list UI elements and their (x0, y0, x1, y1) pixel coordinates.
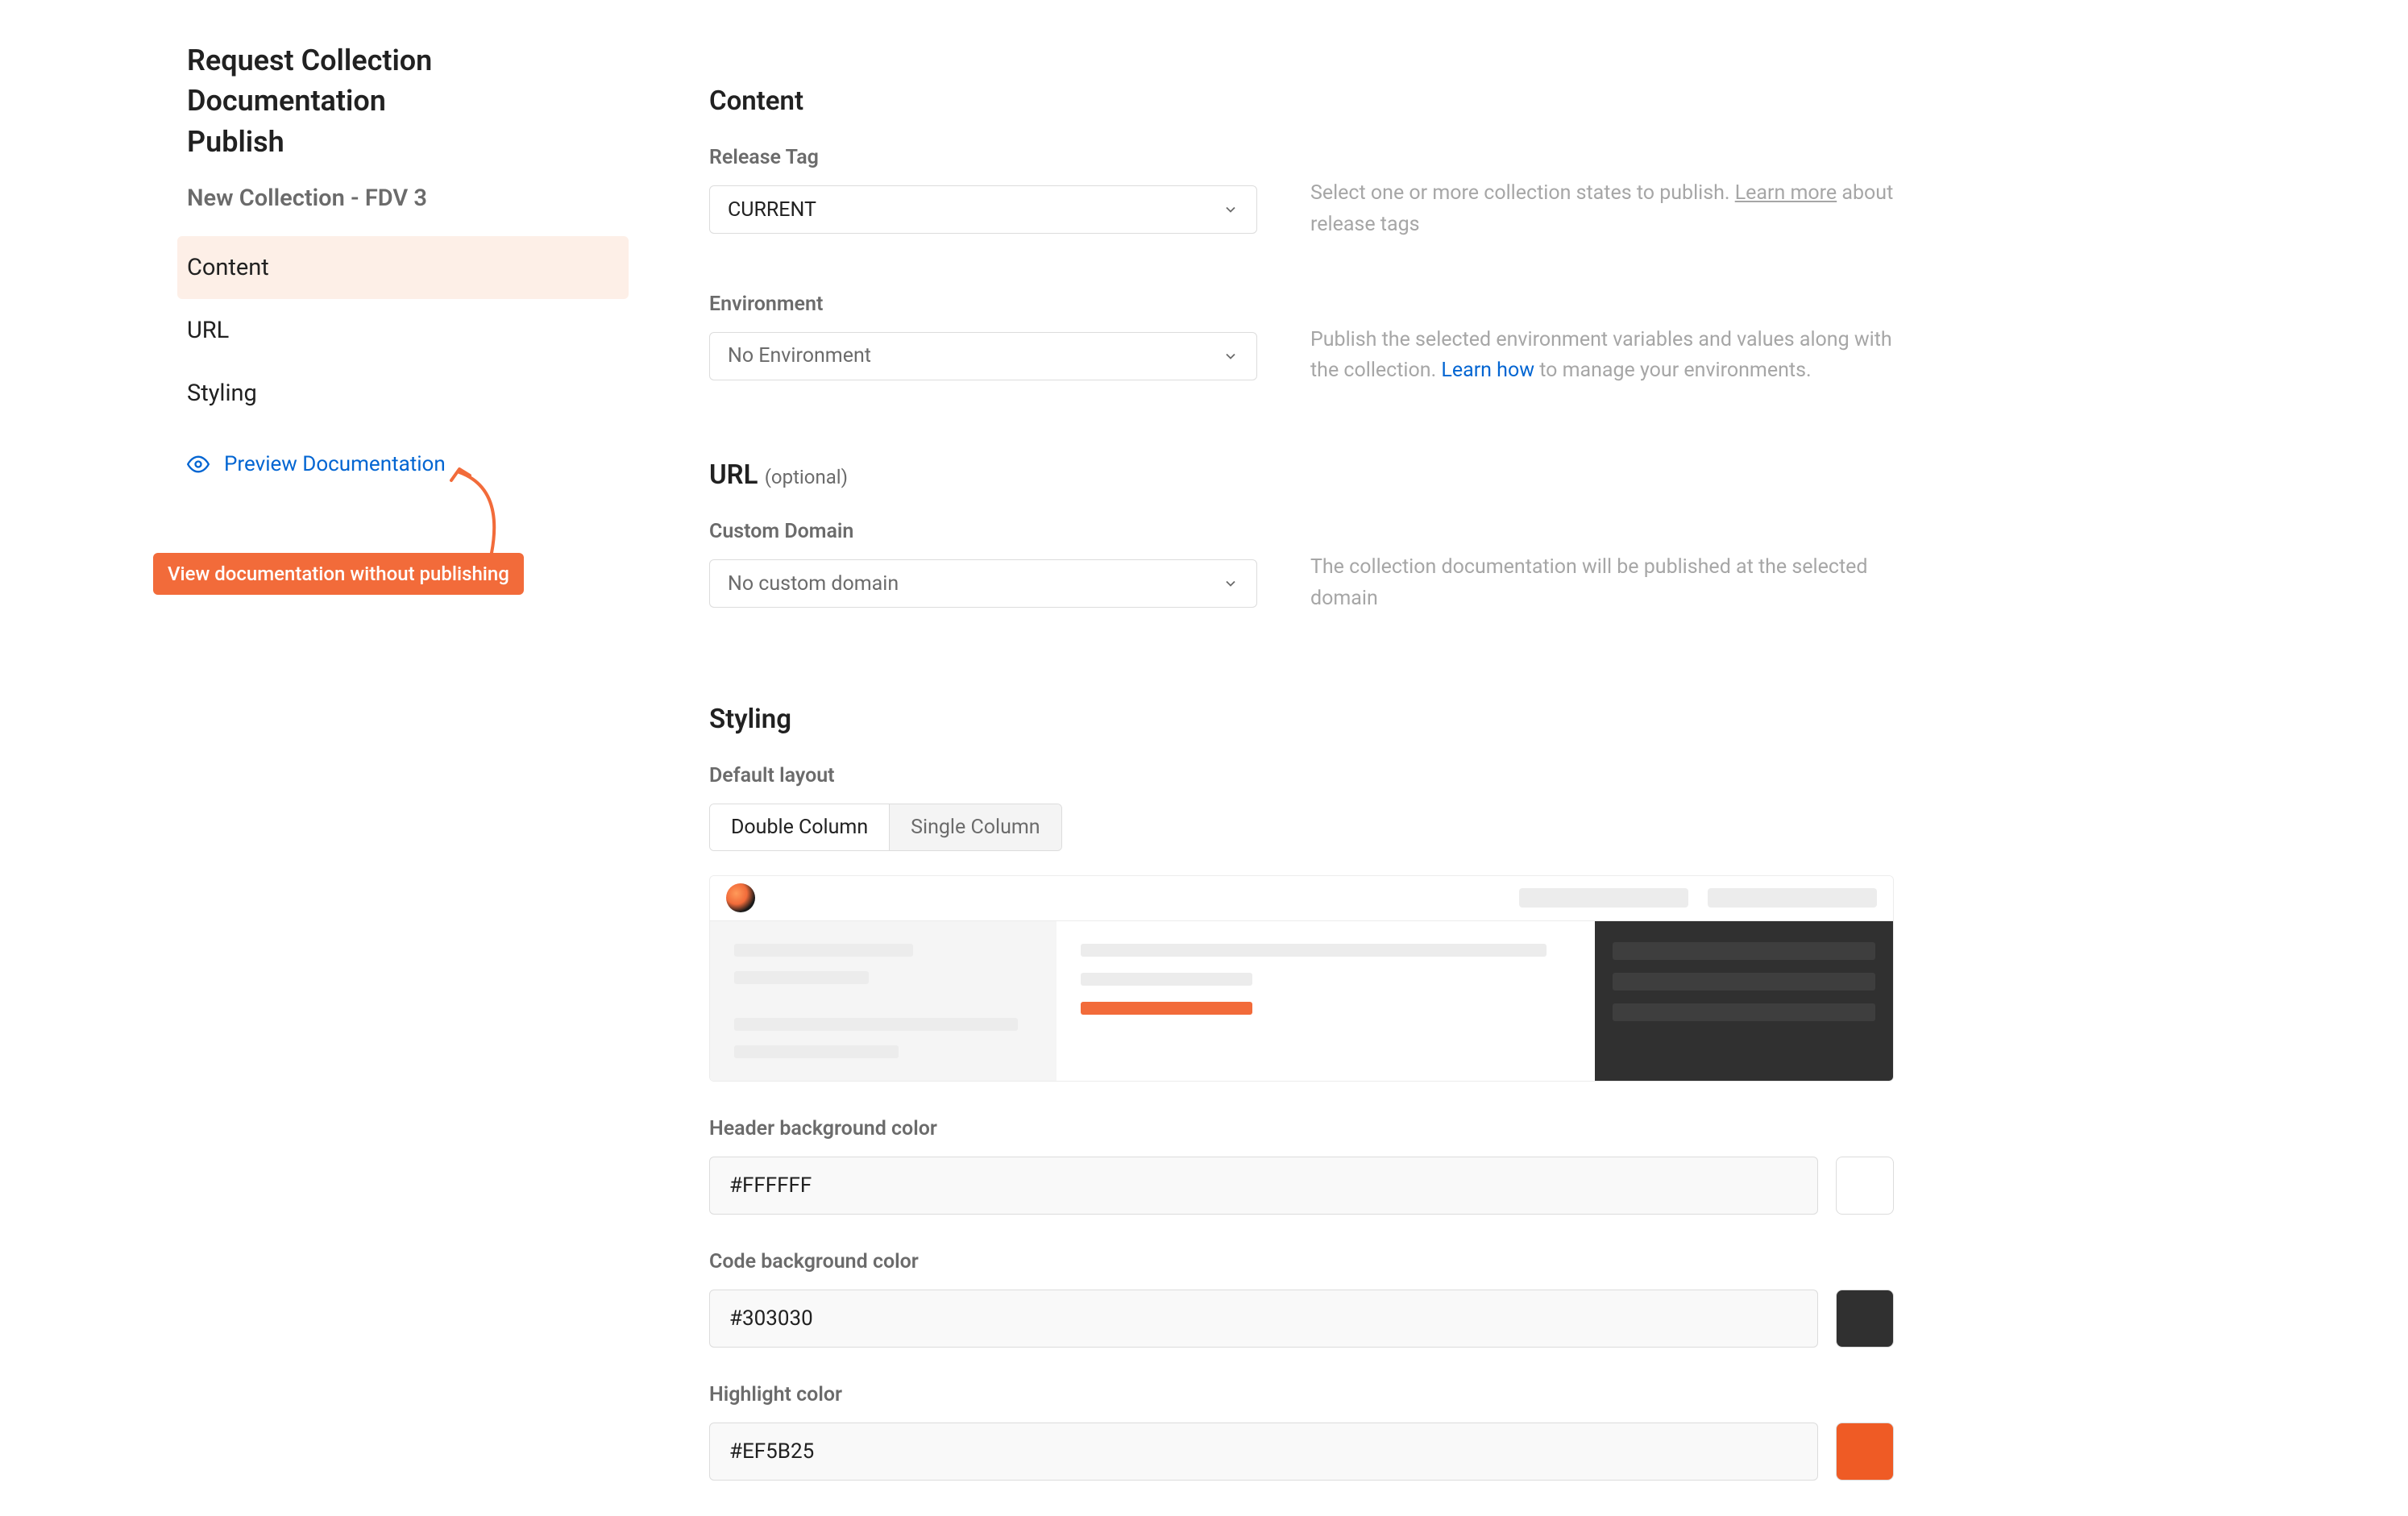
preview-code-bar (1613, 942, 1875, 960)
styling-section: Styling Default layout Double Column Sin… (709, 704, 1894, 1481)
callout-annotation: View documentation without publishing (177, 488, 629, 595)
content-heading: Content (709, 85, 1894, 117)
sidebar: Request Collection Documentation Publish… (177, 40, 629, 1516)
header-bg-label: Header background color (709, 1117, 1894, 1140)
learn-how-link[interactable]: Learn how (1441, 359, 1534, 382)
preview-logo-icon (726, 883, 755, 912)
preview-code-bar (1613, 973, 1875, 991)
custom-domain-help: The collection documentation will be pub… (1310, 520, 1894, 615)
preview-placeholder-bar (734, 944, 913, 957)
preview-placeholder-bar (734, 1045, 899, 1058)
tab-double-column[interactable]: Double Column (710, 804, 889, 850)
eye-icon (187, 453, 210, 476)
preview-sidebar (710, 921, 1057, 1081)
environment-label: Environment (709, 293, 1257, 316)
environment-select[interactable]: No Environment (709, 332, 1257, 380)
chevron-down-icon (1223, 575, 1239, 592)
sidebar-item-styling[interactable]: Styling (177, 362, 629, 425)
header-bg-row: #FFFFFF (709, 1157, 1894, 1215)
release-tag-value: CURRENT (728, 198, 816, 222)
custom-domain-select[interactable]: No custom domain (709, 559, 1257, 608)
code-bg-row: #303030 (709, 1290, 1894, 1348)
custom-domain-label: Custom Domain (709, 520, 1257, 543)
sidebar-item-label: Styling (187, 380, 257, 407)
arrow-icon (447, 464, 520, 561)
default-layout-label: Default layout (709, 764, 1894, 787)
content-section: Content Release Tag CURRENT Select one o… (709, 85, 1894, 387)
callout-badge: View documentation without publishing (153, 553, 524, 595)
layout-tabs: Double Column Single Column (709, 804, 1062, 851)
preview-highlight-bar (1081, 1002, 1252, 1015)
url-heading: URL (optional) (709, 459, 1894, 491)
environment-help: Publish the selected environment variabl… (1310, 293, 1894, 388)
custom-domain-row: Custom Domain No custom domain The colle… (709, 520, 1894, 615)
preview-header (710, 876, 1893, 921)
styling-heading: Styling (709, 704, 1894, 735)
environment-placeholder: No Environment (728, 344, 871, 368)
header-bg-input[interactable]: #FFFFFF (709, 1157, 1818, 1215)
environment-row: Environment No Environment Publish the s… (709, 293, 1894, 388)
release-tag-row: Release Tag CURRENT Select one or more c… (709, 146, 1894, 241)
release-tag-help: Select one or more collection states to … (1310, 146, 1894, 241)
preview-placeholder-bar (734, 1018, 1018, 1031)
code-bg-label: Code background color (709, 1250, 1894, 1273)
header-bg-swatch[interactable] (1836, 1157, 1894, 1215)
sidebar-item-url[interactable]: URL (177, 299, 629, 362)
preview-nav-placeholder (1708, 888, 1877, 908)
preview-documentation-link[interactable]: Preview Documentation (177, 452, 455, 476)
sidebar-item-content[interactable]: Content (177, 236, 629, 299)
url-section: URL (optional) Custom Domain No custom d… (709, 459, 1894, 615)
collection-name: New Collection - FDV 3 (177, 185, 629, 212)
preview-placeholder-bar (1081, 944, 1547, 957)
highlight-label: Highlight color (709, 1383, 1894, 1406)
learn-more-link[interactable]: Learn more (1735, 181, 1837, 205)
highlight-swatch[interactable] (1836, 1423, 1894, 1481)
highlight-input[interactable]: #EF5B25 (709, 1423, 1818, 1481)
optional-label: (optional) (765, 466, 848, 488)
chevron-down-icon (1223, 348, 1239, 364)
preview-placeholder-bar (734, 971, 869, 984)
preview-link-label: Preview Documentation (224, 452, 446, 476)
preview-code (1595, 921, 1893, 1081)
preview-main (1057, 921, 1595, 1081)
tab-single-column[interactable]: Single Column (889, 804, 1061, 850)
main-content: Content Release Tag CURRENT Select one o… (709, 40, 1894, 1516)
code-bg-input[interactable]: #303030 (709, 1290, 1818, 1348)
release-tag-select[interactable]: CURRENT (709, 185, 1257, 234)
preview-code-bar (1613, 1003, 1875, 1021)
page-title-line2: Publish (187, 125, 284, 159)
chevron-down-icon (1223, 201, 1239, 218)
code-bg-swatch[interactable] (1836, 1290, 1894, 1348)
preview-nav-placeholder (1519, 888, 1688, 908)
highlight-row: #EF5B25 (709, 1423, 1894, 1481)
page-title-line1: Request Collection Documentation (187, 44, 432, 118)
custom-domain-placeholder: No custom domain (728, 572, 899, 596)
sidebar-item-label: Content (187, 254, 269, 281)
sidebar-nav: Content URL Styling (177, 236, 629, 425)
release-tag-label: Release Tag (709, 146, 1257, 169)
page-title: Request Collection Documentation Publish (177, 40, 629, 162)
sidebar-item-label: URL (187, 317, 229, 344)
layout-preview (709, 875, 1894, 1082)
preview-placeholder-bar (1081, 973, 1252, 986)
